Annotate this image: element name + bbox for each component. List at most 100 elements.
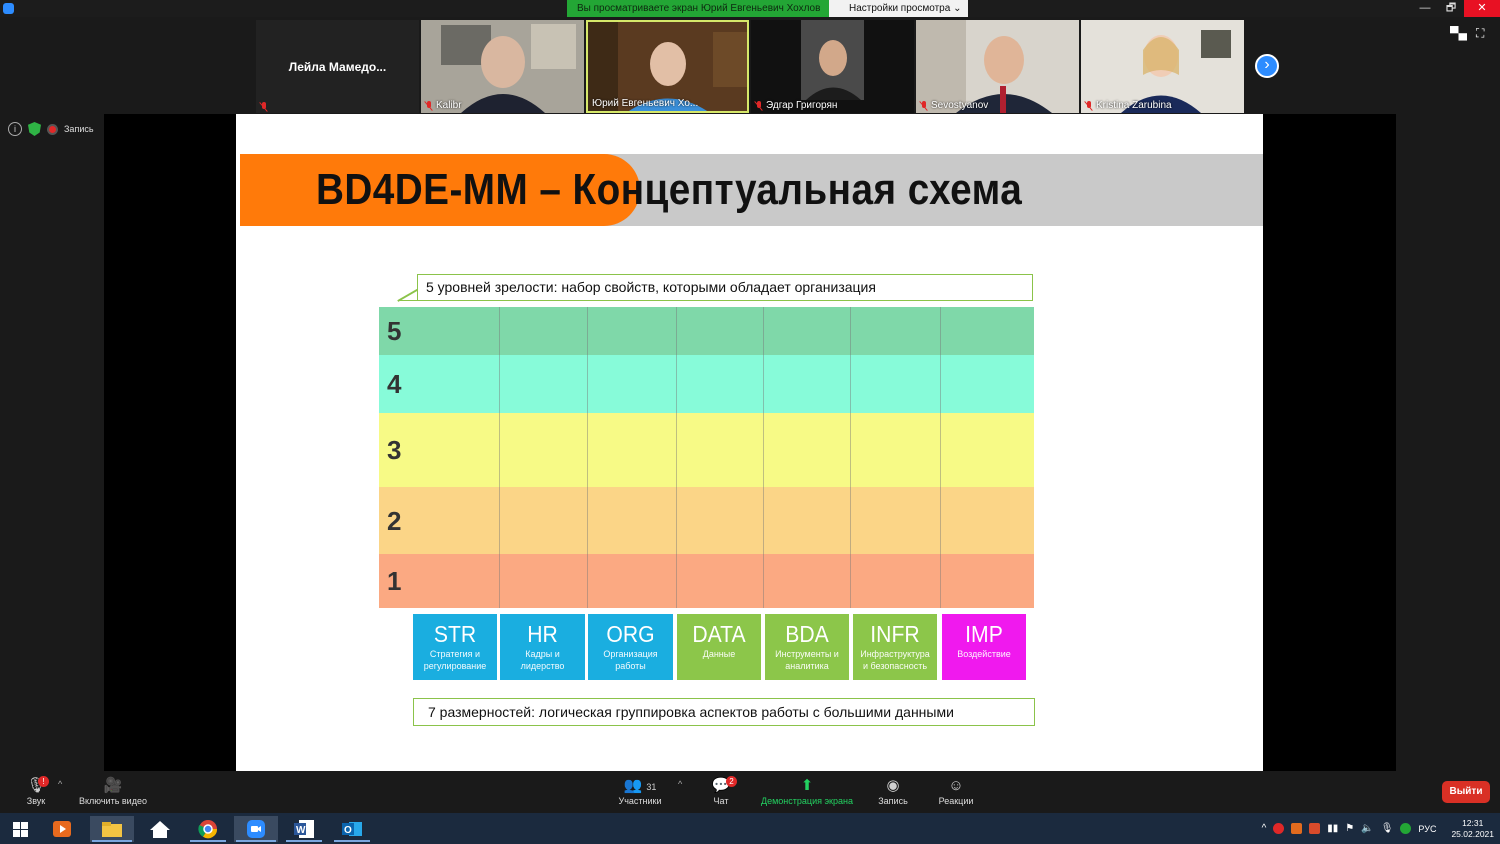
media-player-icon: [53, 821, 71, 837]
share-screen-icon: ⬆: [800, 777, 814, 794]
word-taskbar-icon[interactable]: W: [284, 816, 324, 842]
participants-label: Участники: [618, 796, 662, 806]
reactions-label: Реакции: [938, 796, 974, 806]
clock-time: 12:31: [1462, 817, 1484, 828]
input-language[interactable]: РУС: [1418, 824, 1436, 834]
record-button[interactable]: ◉ Запись: [874, 776, 912, 806]
zoom-taskbar-icon[interactable]: [234, 816, 278, 842]
outlook-icon: O: [342, 822, 362, 836]
svg-text:O: O: [344, 825, 352, 836]
home-taskbar-icon[interactable]: [140, 816, 180, 842]
dimension-code: STR: [433, 621, 477, 647]
maturity-level-row: 3: [379, 413, 1034, 487]
zoom-icon: [247, 820, 265, 838]
folder-icon: [102, 822, 122, 837]
maturity-level-label: 3: [387, 435, 402, 465]
video-label: Включить видео: [79, 796, 147, 806]
outlook-taskbar-icon[interactable]: O: [332, 816, 372, 842]
chrome-taskbar-icon[interactable]: [188, 816, 228, 842]
chat-label: Чат: [713, 796, 729, 806]
grid-column-divider: [763, 307, 764, 608]
dimension-description: Инфраструктура и безопасность: [860, 649, 930, 671]
security-ok-icon[interactable]: [1400, 823, 1412, 834]
participant-tile[interactable]: Лейла Мамедо...: [256, 20, 419, 113]
dimension-code: IMP: [965, 621, 1003, 647]
info-icon[interactable]: i: [8, 122, 22, 136]
dimension-box-infr: INFR Инфраструктура и безопасность: [853, 614, 937, 680]
participant-name: Лейла Мамедо...: [288, 59, 387, 74]
tile-footer: Kristina Zarubina: [1085, 100, 1172, 111]
gallery-view-icon[interactable]: ▀▄: [1450, 26, 1467, 40]
tile-footer: Юрий Евгеньевич Хо...: [592, 98, 698, 109]
mic-tray-icon[interactable]: 🎙: [1381, 823, 1394, 834]
mic-muted-icon: [755, 101, 763, 110]
participants-options-caret[interactable]: ^: [678, 779, 682, 789]
participant-tile[interactable]: Kalibr: [421, 20, 584, 113]
screen-share-banner: Вы просматриваете экран Юрий Евгеньевич …: [567, 0, 829, 17]
restore-button[interactable]: 🗗: [1438, 0, 1464, 17]
tile-footer: Эдгар Григорян: [755, 100, 837, 111]
network-icon[interactable]: ▮▮: [1327, 823, 1338, 834]
maturity-level-row: 2: [379, 487, 1034, 554]
dimension-description: Кадры и лидерство: [520, 649, 565, 671]
clock[interactable]: 12:31 25.02.2021: [1451, 818, 1494, 840]
participant-name: Sevostyanov: [931, 100, 989, 111]
antivirus-tray-icon[interactable]: [1291, 823, 1303, 834]
video-button[interactable]: 🎥 Включить видео: [76, 776, 150, 806]
maturity-level-row: 4: [379, 355, 1034, 413]
next-page-button[interactable]: ›: [1255, 54, 1279, 78]
meeting-status: i Запись: [8, 122, 94, 136]
chat-button[interactable]: 💬 Чат 2: [706, 776, 737, 806]
participant-tile[interactable]: Эдгар Григорян: [751, 20, 914, 113]
dimension-box-data: DATA Данные: [677, 614, 761, 680]
participant-tile-active-speaker[interactable]: Юрий Евгеньевич Хо...: [586, 20, 749, 113]
file-explorer-taskbar-icon[interactable]: [90, 816, 134, 842]
participants-button[interactable]: 👥 31 Участники: [612, 776, 668, 806]
grid-column-divider: [587, 307, 588, 608]
maturity-level-label: 1: [387, 566, 402, 596]
tile-footer: Sevostyanov: [920, 100, 988, 111]
flag-icon[interactable]: ⚑: [1345, 823, 1354, 834]
maturity-level-label: 4: [387, 369, 402, 399]
dimensions-callout: 7 размерностей: логическая группировка а…: [413, 698, 1035, 726]
chrome-icon: [198, 820, 218, 839]
svg-text:W: W: [296, 825, 306, 836]
participant-tile[interactable]: Sevostyanov: [916, 20, 1079, 113]
audio-button[interactable]: 🎙 Звук !: [22, 776, 50, 806]
mic-muted-icon: [1085, 101, 1093, 110]
tray-expand-icon[interactable]: ^: [1262, 823, 1267, 834]
fullscreen-icon[interactable]: ⛶: [1476, 26, 1484, 41]
participant-name: Эдгар Григорян: [766, 100, 838, 111]
mic-muted-icon: [260, 102, 268, 111]
start-button[interactable]: [0, 816, 40, 842]
share-screen-label: Демонстрация экрана: [761, 796, 853, 806]
volume-icon[interactable]: 🔈: [1361, 823, 1373, 834]
dimension-code: DATA: [692, 621, 746, 647]
windows-logo-icon: [12, 821, 28, 837]
minimize-button[interactable]: —: [1412, 0, 1438, 17]
participant-tile[interactable]: Kristina Zarubina: [1081, 20, 1244, 113]
zoom-tray-icon[interactable]: [1273, 823, 1285, 834]
zoom-window: Вы просматриваете экран Юрий Евгеньевич …: [0, 0, 1500, 844]
dimension-box-org: ORG Организация работы: [588, 614, 673, 680]
dimension-description: Стратегия и регулирование: [423, 649, 487, 671]
zoom-app-icon: [3, 3, 14, 14]
reactions-button[interactable]: ☺ Реакции: [934, 776, 978, 806]
close-button[interactable]: ✕: [1464, 0, 1500, 17]
windows-taskbar: W O ^ ▮▮ ⚑ 🔈 🎙 РУС 12:31 25.02.2021: [0, 813, 1500, 844]
shield-icon[interactable]: [28, 122, 41, 136]
maturity-level-label: 2: [387, 505, 402, 536]
share-screen-button[interactable]: ⬆ Демонстрация экрана: [756, 776, 858, 806]
mic-muted-icon: [425, 101, 433, 110]
leave-meeting-button[interactable]: Выйти: [1442, 781, 1490, 803]
media-player-taskbar-icon[interactable]: [42, 816, 82, 842]
view-settings-button[interactable]: Настройки просмотра ⌄: [829, 0, 968, 17]
dimension-box-hr: HR Кадры и лидерство: [500, 614, 585, 680]
maturity-level-label: 5: [387, 316, 402, 346]
audio-alert-badge: !: [38, 776, 49, 787]
chevron-right-icon: ›: [1264, 56, 1270, 73]
audio-options-caret[interactable]: ^: [58, 779, 62, 789]
alert-tray-icon[interactable]: [1309, 823, 1321, 834]
dimension-box-str: STR Стратегия и регулирование: [413, 614, 497, 680]
clock-date: 25.02.2021: [1451, 828, 1494, 839]
